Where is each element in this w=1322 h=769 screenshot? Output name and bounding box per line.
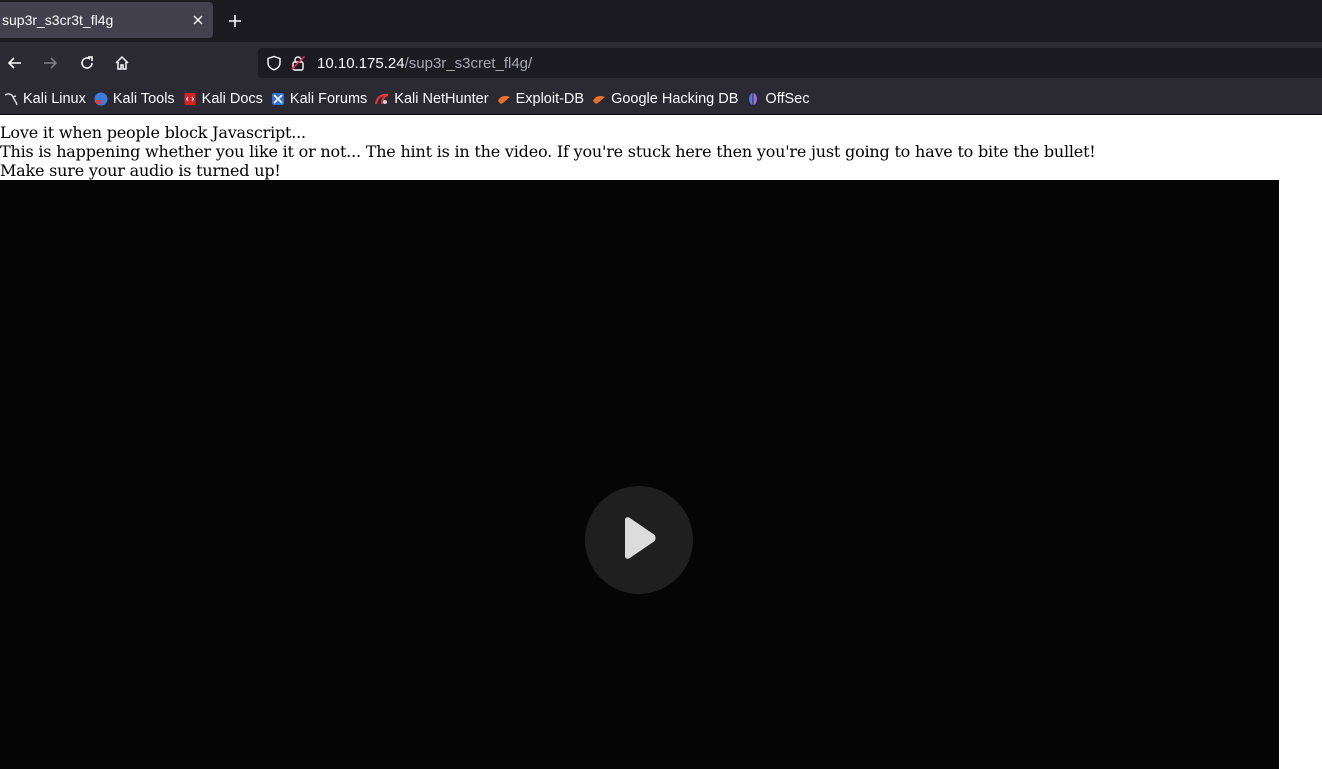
bookmarks-toolbar: Kali Linux Kali Tools Kali Docs Kali For… [0,84,1322,115]
bookmark-label: Exploit-DB [515,91,585,107]
page-text-line-3: Make sure your audio is turned up! [0,161,281,180]
url-bar[interactable]: 10.10.175.24/sup3r_s3cret_fl4g/ [258,48,1322,78]
bookmark-label: Kali Docs [201,91,263,107]
offsec-icon [746,92,760,106]
bookmark-exploit-db[interactable]: Exploit-DB [495,87,587,111]
exploit-db-icon [497,92,511,106]
tab-title: sup3r_s3cr3t_fl4g [2,12,114,28]
bookmark-label: Kali Tools [112,91,175,107]
forward-icon[interactable] [38,51,62,75]
bookmark-label: Kali Forums [289,91,368,107]
new-tab-icon[interactable] [223,9,247,33]
kali-docs-icon [183,92,197,106]
play-button[interactable] [585,486,693,594]
url-text: 10.10.175.24/sup3r_s3cret_fl4g/ [317,55,532,72]
back-icon[interactable] [3,51,27,75]
bookmark-kali-tools[interactable]: Kali Tools [92,87,177,111]
bookmark-kali-linux[interactable]: Kali Linux [0,87,88,111]
play-icon [619,516,659,564]
bookmark-offsec[interactable]: OffSec [744,87,811,111]
bookmark-kali-forums[interactable]: Kali Forums [269,87,369,111]
bookmark-label: Kali Linux [23,91,86,107]
insecure-lock-icon[interactable] [289,54,307,72]
tracking-protection-shield-icon[interactable] [265,54,283,72]
active-tab[interactable]: sup3r_s3cr3t_fl4g [0,2,213,38]
video-player[interactable] [0,180,1279,769]
bookmark-google-hacking-db[interactable]: Google Hacking DB [590,87,740,111]
tab-strip: sup3r_s3cr3t_fl4g [0,0,1322,42]
google-hacking-db-icon [592,92,606,106]
page-content: Love it when people block Javascript... … [0,115,1322,769]
home-icon[interactable] [110,51,134,75]
bookmark-label: OffSec [765,91,810,107]
page-text-line-1: Love it when people block Javascript... [0,123,306,142]
reload-icon[interactable] [75,51,99,75]
bookmark-label: Kali NetHunter [394,91,489,107]
close-tab-icon[interactable] [187,9,209,31]
kali-nethunter-icon [375,92,389,106]
kali-dragon-icon [4,92,18,106]
url-path: /sup3r_s3cret_fl4g/ [404,54,533,72]
bookmark-label: Google Hacking DB [611,91,739,107]
bookmark-kali-nethunter[interactable]: Kali NetHunter [373,87,490,111]
page-text-line-2: This is happening whether you like it or… [0,142,1096,161]
kali-forums-icon [271,92,285,106]
bookmark-kali-docs[interactable]: Kali Docs [181,87,265,111]
url-host: 10.10.175.24 [317,54,405,72]
kali-tools-icon [94,92,108,106]
